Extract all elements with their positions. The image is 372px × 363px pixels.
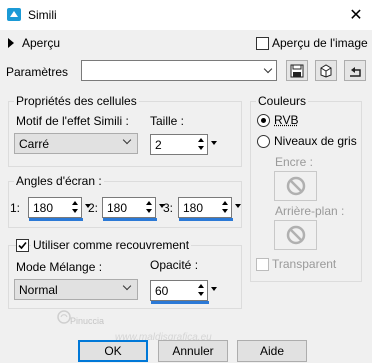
checkmark-icon	[18, 241, 27, 250]
up-arrow-icon	[221, 201, 228, 205]
close-icon: ✕	[349, 7, 363, 24]
preview-toggle-label[interactable]: Aperçu	[22, 36, 60, 50]
radio-selected-dot	[261, 118, 266, 123]
opacity-slider[interactable]	[151, 301, 209, 304]
image-preview-checkbox[interactable]	[256, 37, 269, 50]
cell-properties-title: Propriétés des cellules	[14, 94, 139, 108]
opacity-spinner[interactable]: 60	[150, 280, 217, 304]
down-arrow-icon	[145, 209, 152, 213]
no-color-icon	[286, 176, 305, 196]
angle-3-down-button[interactable]	[219, 207, 230, 215]
angle-1-value: 180	[33, 201, 54, 215]
angle-2-value: 180	[107, 201, 128, 215]
angle-2-label: 2:	[88, 201, 99, 215]
opacity-down-button[interactable]	[195, 290, 206, 298]
down-arrow-icon	[197, 146, 204, 150]
angle-1-down-button[interactable]	[69, 207, 80, 215]
cancel-button[interactable]: Annuler	[158, 340, 228, 362]
angle-1-up-button[interactable]	[69, 199, 80, 207]
close-button[interactable]: ✕	[345, 4, 367, 26]
angle-2-slider[interactable]	[103, 218, 157, 221]
down-arrow-icon	[197, 292, 204, 296]
up-arrow-icon	[197, 284, 204, 288]
size-label: Taille :	[150, 114, 185, 128]
no-color-icon	[286, 225, 305, 245]
chevron-down-icon	[122, 135, 132, 145]
ink-color-swatch[interactable]	[274, 171, 317, 201]
opacity-label: Opacité :	[150, 258, 199, 272]
dropdown-arrow-icon[interactable]	[211, 141, 217, 145]
angle-3-label: 3:	[163, 201, 174, 215]
watermark-logo-icon	[57, 310, 71, 327]
ink-label: Encre :	[275, 155, 314, 169]
help-button[interactable]: Aide	[237, 340, 307, 362]
up-arrow-icon	[197, 138, 204, 142]
overlay-checkbox[interactable]	[16, 239, 29, 252]
presets-label: Paramètres	[6, 65, 69, 79]
grayscale-radio[interactable]	[257, 135, 270, 148]
dropdown-arrow-icon[interactable]	[211, 287, 217, 291]
expand-arrow-icon[interactable]	[8, 38, 14, 48]
angle-2-down-button[interactable]	[143, 207, 154, 215]
angle-1-label: 1:	[10, 201, 21, 215]
angle-1-slider[interactable]	[29, 218, 83, 221]
angle-3-spinner[interactable]: 180	[178, 197, 241, 221]
chevron-down-icon	[122, 281, 132, 291]
image-preview-label[interactable]: Aperçu de l'image	[272, 36, 368, 50]
grayscale-label[interactable]: Niveaux de gris	[274, 134, 357, 148]
halftone-pattern-value: Carré	[19, 137, 50, 151]
transparent-label: Transparent	[272, 257, 337, 271]
overlay-label[interactable]: Utiliser comme recouvrement	[31, 238, 192, 252]
transparent-checkbox[interactable]	[256, 258, 269, 271]
angle-3-up-button[interactable]	[219, 199, 230, 207]
reset-icon	[350, 66, 361, 77]
size-up-button[interactable]	[195, 136, 206, 144]
size-spinner[interactable]: 2	[150, 134, 217, 155]
blend-mode-value: Normal	[19, 283, 58, 297]
background-color-swatch[interactable]	[274, 220, 317, 250]
preset-manager-button[interactable]	[315, 60, 337, 81]
ok-button[interactable]: OK	[78, 340, 148, 362]
angle-1-spinner[interactable]: 180	[28, 197, 91, 221]
size-down-button[interactable]	[195, 144, 206, 152]
watermark-text: Pinuccia	[70, 316, 105, 326]
dropdown-arrow-icon[interactable]	[235, 204, 241, 208]
rgb-label[interactable]: RVB	[274, 113, 298, 127]
save-icon	[290, 64, 304, 77]
up-arrow-icon	[145, 201, 152, 205]
angle-2-spinner[interactable]: 180	[102, 197, 165, 221]
opacity-value: 60	[155, 284, 169, 298]
down-arrow-icon	[221, 209, 228, 213]
angle-3-slider[interactable]	[179, 218, 233, 221]
presets-combo[interactable]	[81, 60, 277, 81]
blend-mode-dropdown[interactable]: Normal	[14, 279, 138, 300]
chevron-down-icon	[263, 64, 273, 74]
reset-button[interactable]	[344, 60, 366, 81]
angle-3-value: 180	[183, 201, 204, 215]
blend-mode-label: Mode Mélange :	[16, 260, 103, 274]
database-icon	[320, 63, 332, 78]
opacity-up-button[interactable]	[195, 282, 206, 290]
angle-2-up-button[interactable]	[143, 199, 154, 207]
halftone-pattern-label: Motif de l'effet Simili :	[16, 114, 129, 128]
colors-title: Couleurs	[256, 94, 309, 108]
up-arrow-icon	[71, 201, 78, 205]
window-title: Simili	[28, 8, 57, 22]
background-label: Arrière-plan :	[275, 204, 345, 218]
app-icon	[7, 8, 21, 21]
screen-angles-title: Angles d'écran :	[14, 174, 104, 188]
size-value: 2	[155, 138, 162, 152]
halftone-pattern-dropdown[interactable]: Carré	[14, 133, 138, 154]
presets-dropdown-button[interactable]	[260, 61, 276, 80]
down-arrow-icon	[71, 209, 78, 213]
save-preset-button[interactable]	[286, 60, 308, 81]
rgb-radio[interactable]	[257, 114, 270, 127]
